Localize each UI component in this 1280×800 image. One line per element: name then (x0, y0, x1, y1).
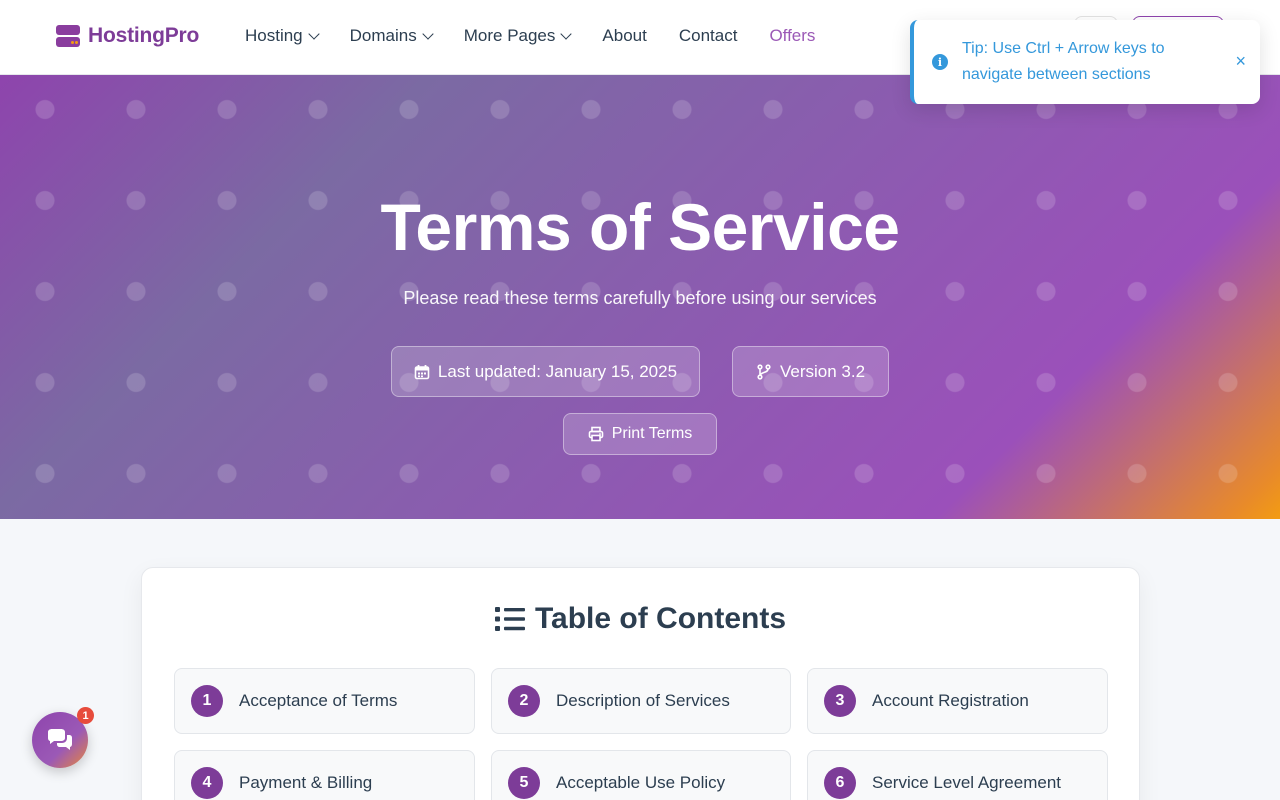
toc-item-label: Payment & Billing (239, 773, 373, 792)
code-branch-icon (757, 363, 771, 380)
server-icon (56, 24, 80, 48)
toc-item-service-level-agreement[interactable]: 6 Service Level Agreement (807, 750, 1108, 800)
toc-item-label: Acceptable Use Policy (556, 773, 726, 792)
nav-item-label: More Pages (463, 26, 556, 45)
version-text: Version 3.2 (779, 361, 866, 381)
toc-item-number: 3 (824, 685, 856, 717)
toc-item-number: 2 (508, 685, 540, 717)
tip-toast: i Tip: Use Ctrl + Arrow keys to navigate… (910, 20, 1260, 104)
nav-item-label: About (602, 26, 647, 45)
toc-item-label: Service Level Agreement (872, 773, 1061, 792)
toc-item-label: Description of Services (556, 691, 730, 710)
toc-heading: Table of Contents (142, 602, 1139, 636)
last-updated-badge: Last updated: January 15, 2025 (391, 346, 700, 397)
print-terms-button[interactable]: Print Terms (563, 413, 717, 455)
print-icon (588, 426, 603, 442)
toc-item-number: 1 (191, 685, 223, 717)
toc-item-label: Account Registration (872, 691, 1029, 710)
page-subtitle: Please read these terms carefully before… (403, 288, 877, 308)
print-terms-label: Print Terms (611, 425, 693, 442)
nav-item-about[interactable]: About (602, 26, 646, 46)
toc-item-number: 5 (508, 767, 540, 799)
toc-item-description-of-services[interactable]: 2 Description of Services (491, 668, 791, 734)
info-icon: i (932, 54, 948, 70)
nav-item-label: Domains (349, 26, 417, 45)
list-icon (494, 607, 525, 631)
toc-item-account-registration[interactable]: 3 Account Registration (807, 668, 1108, 734)
chevron-down-icon (560, 27, 573, 40)
nav-item-offers[interactable]: Offers (769, 26, 815, 46)
nav-item-hosting[interactable]: Hosting (245, 26, 320, 46)
page-title: Terms of Service (380, 190, 900, 264)
toc-item-label: Acceptance of Terms (239, 691, 398, 710)
toc-list: 1 Acceptance of Terms 2 Description of S… (174, 668, 1108, 800)
version-badge: Version 3.2 (732, 346, 889, 397)
close-icon[interactable]: × (1235, 51, 1246, 71)
nav-item-label: Contact (678, 26, 738, 45)
notification-badge: 1 (77, 707, 94, 724)
hero-section: Terms of Service Please read these terms… (0, 75, 1280, 519)
nav-item-contact[interactable]: Contact (679, 26, 738, 46)
nav-item-label: Offers (769, 26, 816, 45)
chat-icon (48, 729, 72, 750)
toc-title: Table of Contents (534, 602, 787, 635)
nav-item-more-pages[interactable]: More Pages (463, 26, 573, 46)
toc-item-number: 4 (191, 767, 223, 799)
toc-card: Table of Contents 1 Acceptance of Terms … (141, 567, 1140, 800)
toast-message: Tip: Use Ctrl + Arrow keys to navigate b… (962, 40, 1165, 83)
main-nav: Hosting Domains More Pages About Contact… (245, 26, 815, 46)
toc-item-acceptable-use-policy[interactable]: 5 Acceptable Use Policy (491, 750, 791, 800)
toc-item-acceptance-of-terms[interactable]: 1 Acceptance of Terms (174, 668, 475, 734)
nav-item-domains[interactable]: Domains (349, 26, 434, 46)
last-updated-text: Last updated: January 15, 2025 (437, 361, 678, 381)
chevron-down-icon (307, 27, 320, 40)
calendar-icon (414, 364, 430, 379)
toc-item-payment-billing[interactable]: 4 Payment & Billing (174, 750, 475, 800)
chevron-down-icon (422, 27, 434, 40)
brand-name: HostingPro (88, 24, 200, 47)
nav-item-label: Hosting (245, 26, 303, 45)
logo[interactable]: HostingPro (56, 24, 199, 48)
toc-item-number: 6 (824, 767, 856, 799)
